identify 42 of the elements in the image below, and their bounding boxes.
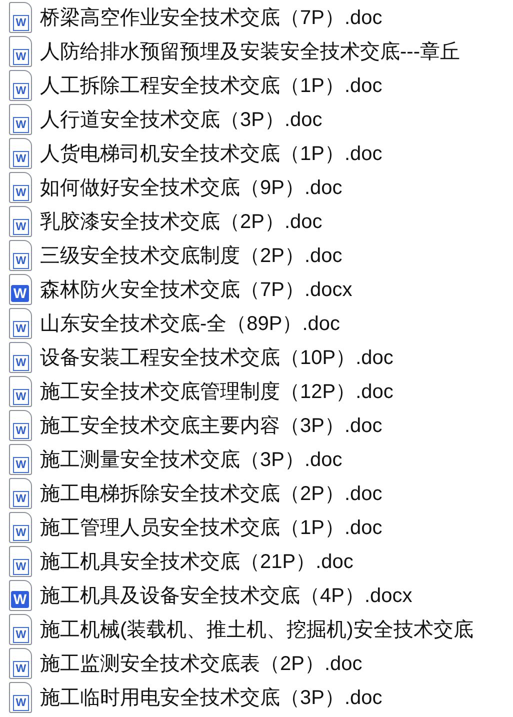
word-document-icon: W <box>8 376 32 406</box>
file-name[interactable]: 施工机具及设备安全技术交底（4P）.docx <box>40 582 412 608</box>
word-document-icon: W <box>8 206 32 236</box>
word-document-icon: W <box>8 614 32 644</box>
word-document-icon: W <box>8 36 32 66</box>
file-name[interactable]: 人工拆除工程安全技术交底（1P）.doc <box>40 72 382 98</box>
file-name[interactable]: 施工测量安全技术交底（3P）.doc <box>40 446 342 472</box>
file-name[interactable]: 人防给排水预留预埋及安装安全技术交底---章丘 <box>40 38 460 64</box>
word-document-icon: W <box>8 342 32 372</box>
file-name[interactable]: 人行道安全技术交底（3P）.doc <box>40 106 322 132</box>
word-document-icon: W <box>8 478 32 508</box>
file-name[interactable]: 桥梁高空作业安全技术交底（7P）.doc <box>40 4 382 30</box>
word-document-icon: W <box>8 580 32 610</box>
file-name[interactable]: 三级安全技术交底制度（2P）.doc <box>40 242 342 268</box>
file-name[interactable]: 施工安全技术交底主要内容（3P）.doc <box>40 412 382 438</box>
file-name[interactable]: 施工机械(装载机、推土机、挖掘机)安全技术交底 <box>40 616 474 642</box>
file-name[interactable]: 森林防火安全技术交底（7P）.docx <box>40 276 352 302</box>
word-document-icon: W <box>8 682 32 712</box>
file-name[interactable]: 施工电梯拆除安全技术交底（2P）.doc <box>40 480 382 506</box>
file-name[interactable]: 施工安全技术交底管理制度（12P）.doc <box>40 378 394 404</box>
file-name[interactable]: 乳胶漆安全技术交底（2P）.doc <box>40 208 322 234</box>
word-document-icon: W <box>8 274 32 304</box>
word-document-icon: W <box>8 2 32 32</box>
word-document-icon: W <box>8 138 32 168</box>
word-document-icon: W <box>8 410 32 440</box>
file-name[interactable]: 施工监测安全技术交底表（2P）.doc <box>40 650 362 676</box>
word-document-icon: W <box>8 512 32 542</box>
file-name[interactable]: 施工管理人员安全技术交底（1P）.doc <box>40 514 382 540</box>
word-document-icon: W <box>8 308 32 338</box>
word-document-icon: W <box>8 70 32 100</box>
word-document-icon: W <box>8 104 32 134</box>
word-document-icon: W <box>8 648 32 678</box>
word-document-icon: W <box>8 444 32 474</box>
word-document-icon: W <box>8 172 32 202</box>
file-name[interactable]: 施工机具安全技术交底（21P）.doc <box>40 548 354 574</box>
word-document-icon: W <box>8 546 32 576</box>
file-name[interactable]: 如何做好安全技术交底（9P）.doc <box>40 174 342 200</box>
file-name[interactable]: 施工临时用电安全技术交底（3P）.doc <box>40 684 382 710</box>
file-name[interactable]: 山东安全技术交底-全（89P）.doc <box>40 310 340 336</box>
file-name[interactable]: 设备安装工程安全技术交底（10P）.doc <box>40 344 394 370</box>
word-document-icon: W <box>8 240 32 270</box>
file-name[interactable]: 人货电梯司机安全技术交底（1P）.doc <box>40 140 382 166</box>
